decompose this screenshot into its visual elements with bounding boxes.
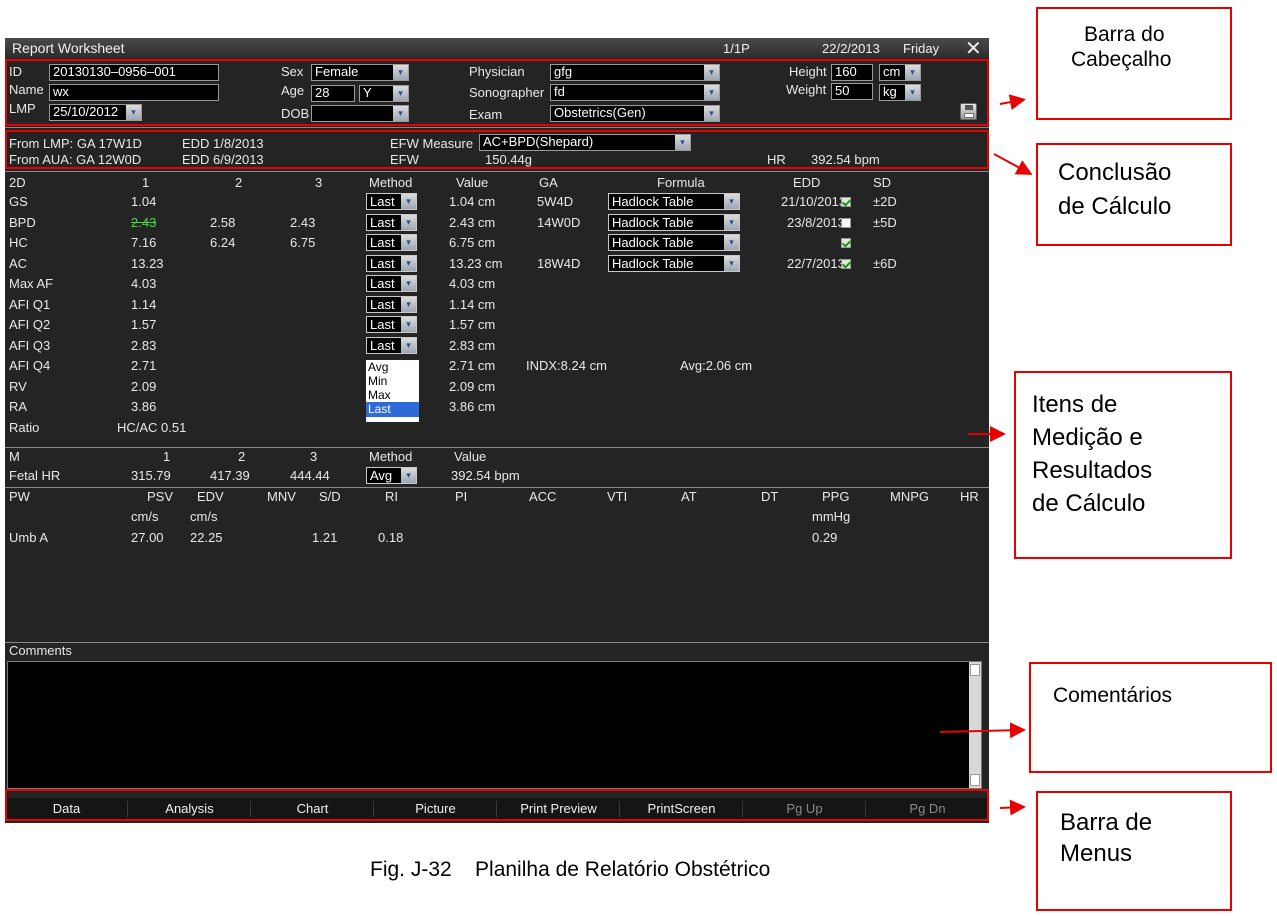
menu-arrow	[999, 799, 1026, 816]
annotation-header: Barra do Cabeçalho	[1036, 7, 1232, 120]
annotation-items-line4: de Cálculo	[1032, 490, 1146, 517]
annotation-items-line1: Itens de	[1032, 391, 1118, 418]
annotation-header-line2: Cabeçalho	[1071, 48, 1172, 71]
annotation-header-line1: Barra do	[1084, 23, 1165, 46]
figure-caption: Fig. J-32 Planilha de Relatório Obstétri…	[370, 858, 771, 881]
annotation-items-line2: Medição e	[1032, 424, 1143, 451]
annotation-conclusion: Conclusão de Cálculo	[1036, 143, 1232, 246]
annotation-menu-line2: Menus	[1060, 840, 1133, 867]
annotation-conclusion-line2: de Cálculo	[1058, 193, 1172, 220]
annotation-menu: Barra de Menus	[1036, 791, 1232, 911]
annotation-comments: Comentários	[1029, 662, 1272, 773]
annotation-items-line3: Resultados	[1032, 457, 1153, 484]
annotation-items: Itens de Medição e Resultados de Cálculo	[1014, 371, 1232, 559]
comments-arrow	[939, 722, 1026, 739]
header-arrow	[999, 94, 1026, 111]
annotation-comments-line1: Comentários	[1053, 684, 1173, 707]
annotation-conclusion-line1: Conclusão	[1058, 159, 1172, 186]
conclusion-arrow	[993, 153, 1033, 175]
annotation-menu-line1: Barra de	[1060, 809, 1153, 836]
